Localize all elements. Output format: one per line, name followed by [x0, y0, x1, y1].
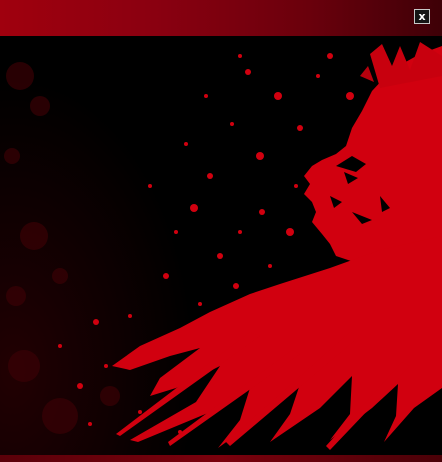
splash-window: x — [0, 0, 442, 462]
title-bar[interactable]: x — [0, 0, 442, 37]
close-glyph: x — [418, 10, 426, 23]
bottom-border — [0, 455, 442, 462]
close-icon[interactable]: x — [414, 9, 430, 24]
blood-splatter-art — [0, 36, 442, 455]
